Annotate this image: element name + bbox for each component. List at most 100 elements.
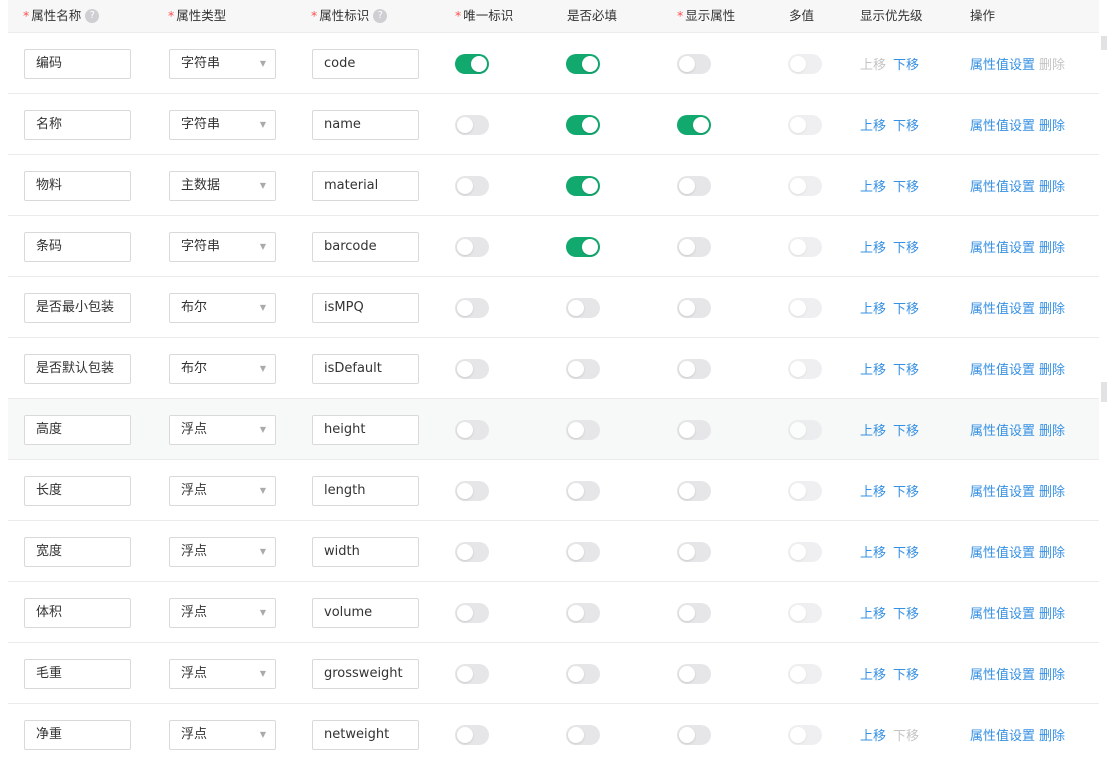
- required-switch[interactable]: [566, 358, 600, 379]
- display-switch[interactable]: [677, 236, 711, 257]
- key-input[interactable]: height: [312, 414, 419, 445]
- name-input[interactable]: 宽度: [24, 536, 131, 567]
- key-input[interactable]: grossweight: [312, 658, 419, 689]
- name-input[interactable]: 条码: [24, 231, 131, 262]
- name-input[interactable]: 毛重: [24, 658, 131, 689]
- delete-button[interactable]: 删除: [1039, 115, 1065, 134]
- value-settings-button[interactable]: 属性值设置: [970, 298, 1035, 317]
- type-select[interactable]: 字符串 ▼: [169, 109, 276, 140]
- name-input[interactable]: 是否默认包装: [24, 353, 131, 384]
- required-switch[interactable]: [566, 724, 600, 745]
- multi-switch[interactable]: [788, 602, 822, 623]
- name-input[interactable]: 名称: [24, 109, 131, 140]
- multi-switch[interactable]: [788, 175, 822, 196]
- required-switch[interactable]: [566, 480, 600, 501]
- display-switch[interactable]: [677, 175, 711, 196]
- move-down-button[interactable]: 下移: [893, 176, 919, 195]
- delete-button[interactable]: 删除: [1039, 481, 1065, 500]
- key-input[interactable]: name: [312, 109, 419, 140]
- display-switch[interactable]: [677, 114, 711, 135]
- move-down-button[interactable]: 下移: [893, 237, 919, 256]
- type-select[interactable]: 浮点 ▼: [169, 475, 276, 506]
- display-switch[interactable]: [677, 602, 711, 623]
- move-down-button[interactable]: 下移: [893, 603, 919, 622]
- move-up-button[interactable]: 上移: [860, 115, 886, 134]
- multi-switch[interactable]: [788, 724, 822, 745]
- key-input[interactable]: length: [312, 475, 419, 506]
- required-switch[interactable]: [566, 236, 600, 257]
- move-down-button[interactable]: 下移: [893, 664, 919, 683]
- value-settings-button[interactable]: 属性值设置: [970, 725, 1035, 744]
- value-settings-button[interactable]: 属性值设置: [970, 115, 1035, 134]
- display-switch[interactable]: [677, 419, 711, 440]
- type-select[interactable]: 浮点 ▼: [169, 536, 276, 567]
- multi-switch[interactable]: [788, 236, 822, 257]
- name-input[interactable]: 是否最小包装: [24, 292, 131, 323]
- display-switch[interactable]: [677, 724, 711, 745]
- type-select[interactable]: 字符串 ▼: [169, 48, 276, 79]
- multi-switch[interactable]: [788, 114, 822, 135]
- multi-switch[interactable]: [788, 541, 822, 562]
- delete-button[interactable]: 删除: [1039, 176, 1065, 195]
- move-down-button[interactable]: 下移: [893, 725, 919, 744]
- display-switch[interactable]: [677, 358, 711, 379]
- key-input[interactable]: isDefault: [312, 353, 419, 384]
- delete-button[interactable]: 删除: [1039, 298, 1065, 317]
- type-select[interactable]: 布尔 ▼: [169, 353, 276, 384]
- name-input[interactable]: 物料: [24, 170, 131, 201]
- type-select[interactable]: 浮点 ▼: [169, 658, 276, 689]
- required-switch[interactable]: [566, 602, 600, 623]
- required-switch[interactable]: [566, 419, 600, 440]
- value-settings-button[interactable]: 属性值设置: [970, 420, 1035, 439]
- name-input[interactable]: 体积: [24, 597, 131, 628]
- move-down-button[interactable]: 下移: [893, 298, 919, 317]
- display-switch[interactable]: [677, 480, 711, 501]
- type-select[interactable]: 布尔 ▼: [169, 292, 276, 323]
- name-input[interactable]: 编码: [24, 48, 131, 79]
- delete-button[interactable]: 删除: [1039, 420, 1065, 439]
- unique-switch[interactable]: [455, 602, 489, 623]
- key-input[interactable]: netweight: [312, 719, 419, 750]
- delete-button[interactable]: 删除: [1039, 359, 1065, 378]
- move-up-button[interactable]: 上移: [860, 359, 886, 378]
- required-switch[interactable]: [566, 541, 600, 562]
- unique-switch[interactable]: [455, 480, 489, 501]
- move-up-button[interactable]: 上移: [860, 420, 886, 439]
- name-input[interactable]: 长度: [24, 475, 131, 506]
- delete-button[interactable]: 删除: [1039, 603, 1065, 622]
- multi-switch[interactable]: [788, 419, 822, 440]
- display-switch[interactable]: [677, 53, 711, 74]
- multi-switch[interactable]: [788, 358, 822, 379]
- unique-switch[interactable]: [455, 663, 489, 684]
- delete-button[interactable]: 删除: [1039, 54, 1065, 73]
- value-settings-button[interactable]: 属性值设置: [970, 359, 1035, 378]
- multi-switch[interactable]: [788, 297, 822, 318]
- display-switch[interactable]: [677, 541, 711, 562]
- unique-switch[interactable]: [455, 419, 489, 440]
- multi-switch[interactable]: [788, 480, 822, 501]
- value-settings-button[interactable]: 属性值设置: [970, 481, 1035, 500]
- unique-switch[interactable]: [455, 541, 489, 562]
- help-icon[interactable]: ?: [85, 8, 100, 23]
- key-input[interactable]: volume: [312, 597, 419, 628]
- type-select[interactable]: 主数据 ▼: [169, 170, 276, 201]
- move-down-button[interactable]: 下移: [893, 481, 919, 500]
- help-icon[interactable]: ?: [373, 8, 388, 23]
- value-settings-button[interactable]: 属性值设置: [970, 664, 1035, 683]
- value-settings-button[interactable]: 属性值设置: [970, 603, 1035, 622]
- unique-switch[interactable]: [455, 236, 489, 257]
- type-select[interactable]: 字符串 ▼: [169, 231, 276, 262]
- key-input[interactable]: code: [312, 48, 419, 79]
- move-down-button[interactable]: 下移: [893, 420, 919, 439]
- move-up-button[interactable]: 上移: [860, 725, 886, 744]
- unique-switch[interactable]: [455, 724, 489, 745]
- move-up-button[interactable]: 上移: [860, 603, 886, 622]
- move-up-button[interactable]: 上移: [860, 542, 886, 561]
- key-input[interactable]: width: [312, 536, 419, 567]
- display-switch[interactable]: [677, 663, 711, 684]
- move-down-button[interactable]: 下移: [893, 359, 919, 378]
- multi-switch[interactable]: [788, 663, 822, 684]
- move-down-button[interactable]: 下移: [893, 542, 919, 561]
- type-select[interactable]: 浮点 ▼: [169, 597, 276, 628]
- name-input[interactable]: 高度: [24, 414, 131, 445]
